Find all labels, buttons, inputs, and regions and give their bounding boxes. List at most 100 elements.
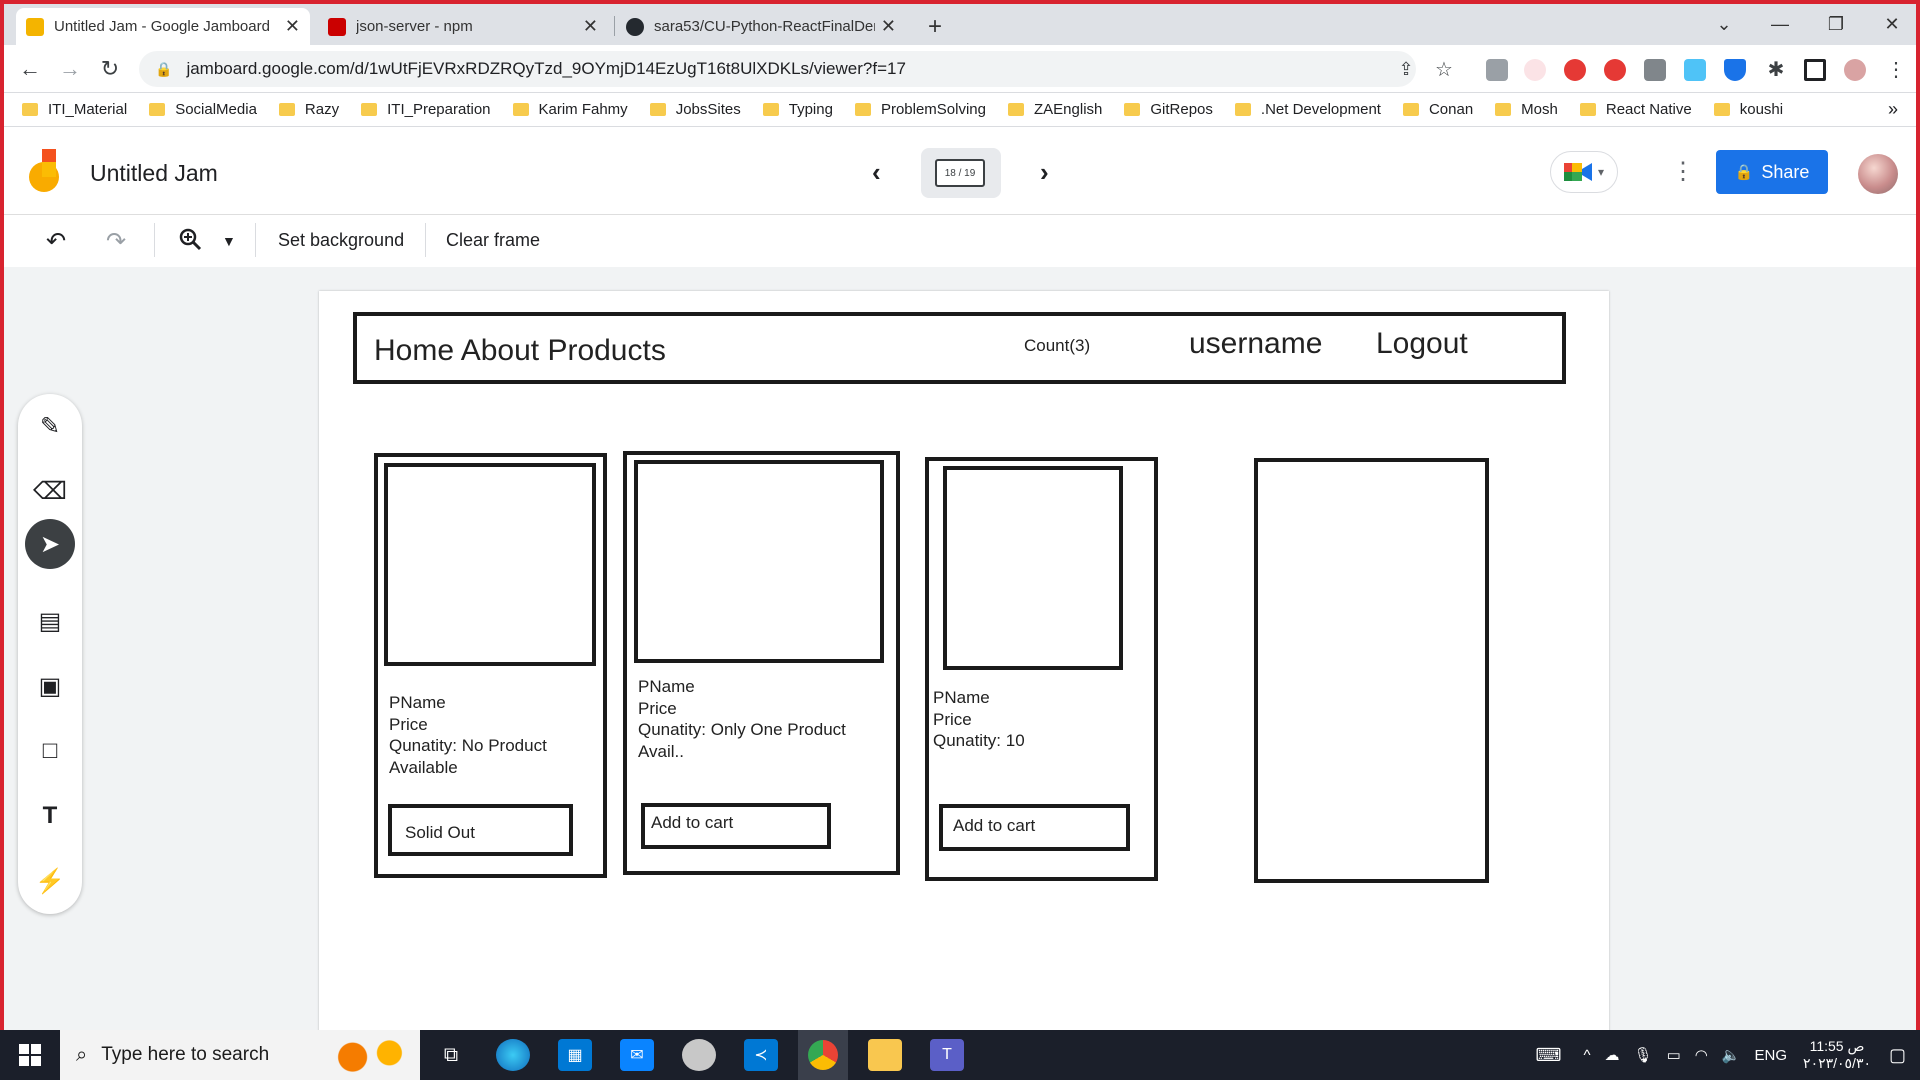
jam-title[interactable]: Untitled Jam	[90, 160, 218, 187]
share-button[interactable]: 🔒 Share	[1716, 150, 1828, 194]
undo-icon[interactable]: ↶	[46, 227, 66, 256]
language-indicator[interactable]: ENG	[1755, 1047, 1788, 1064]
clear-frame-button[interactable]: Clear frame	[446, 230, 540, 251]
bookmark-folder[interactable]: ZAEnglish	[1008, 101, 1102, 118]
back-icon[interactable]: ←	[16, 55, 44, 83]
bookmark-folder[interactable]: React Native	[1579, 101, 1692, 118]
sketch-card-quantity: Qunatity: Only One Product	[638, 720, 846, 739]
file-explorer-icon[interactable]	[868, 1039, 902, 1071]
image-icon[interactable]: ▣	[32, 668, 68, 704]
task-view-icon[interactable]: ⧉	[434, 1039, 468, 1071]
shape-icon[interactable]: □	[32, 733, 68, 769]
vscode-icon[interactable]: ≺	[744, 1039, 778, 1071]
eraser-icon[interactable]: ⌫	[32, 473, 68, 509]
tab-jamboard[interactable]: Untitled Jam - Google Jamboard ✕	[16, 8, 310, 45]
camera-extension-icon[interactable]	[1486, 59, 1508, 81]
more-options-icon[interactable]: ⋮	[1671, 157, 1695, 186]
bookmark-star-icon[interactable]: ☆	[1430, 55, 1458, 83]
laser-icon[interactable]: ⚡	[32, 863, 68, 899]
keyboard-icon[interactable]: ⌨	[1535, 1045, 1561, 1066]
block-extension-icon[interactable]	[1604, 59, 1626, 81]
sketch-card-price: Price	[638, 698, 677, 718]
bookmark-folder[interactable]: koushi	[1713, 101, 1783, 118]
bookmark-folder[interactable]: Typing	[762, 101, 833, 118]
bookmark-folder[interactable]: Conan	[1402, 101, 1473, 118]
bookmark-folder[interactable]: Karim Fahmy	[512, 101, 628, 118]
sticky-note-icon[interactable]: ▤	[32, 603, 68, 639]
tab-separator	[614, 16, 615, 36]
battery-icon[interactable]: ▭	[1667, 1046, 1681, 1064]
side-panel-icon[interactable]	[1804, 59, 1826, 81]
bookmark-folder[interactable]: ITI_Preparation	[361, 101, 491, 118]
set-background-button[interactable]: Set background	[278, 230, 404, 251]
microphone-icon[interactable]: 🎙	[1634, 1046, 1653, 1064]
address-bar[interactable]: 🔒 jamboard.google.com/d/1wUtFjEVRxRDZRQy…	[139, 51, 1416, 87]
new-tab-button[interactable]: +	[918, 8, 958, 45]
bookmark-folder[interactable]: Mosh	[1495, 101, 1558, 118]
select-icon[interactable]: ➤	[25, 519, 75, 569]
folder-icon	[361, 103, 378, 116]
sketch-card-text: PName Price Qunatity: Only One Product A…	[638, 676, 846, 762]
folder-icon	[1008, 103, 1024, 116]
bookmark-folder[interactable]: ITI_Material	[22, 101, 127, 118]
taskbar-search[interactable]: ⌕ Type here to search	[60, 1030, 420, 1080]
chrome-taskbar-button[interactable]	[798, 1030, 848, 1080]
mail-icon[interactable]: ✉	[620, 1039, 654, 1071]
browser-menu-icon[interactable]: ⋮	[1882, 55, 1910, 83]
share-page-icon[interactable]: ⇪	[1392, 55, 1420, 83]
forward-icon[interactable]: →	[56, 55, 84, 83]
volume-icon[interactable]: 🔈	[1722, 1046, 1741, 1064]
close-tab-icon[interactable]: ✕	[881, 16, 896, 37]
store-icon[interactable]: ▦	[558, 1039, 592, 1071]
edge-icon[interactable]	[496, 1039, 530, 1071]
show-hidden-icons-icon[interactable]: ^	[1583, 1047, 1590, 1064]
previous-frame-icon[interactable]: ‹	[872, 157, 881, 188]
bookmark-folder[interactable]: JobsSites	[649, 101, 741, 118]
next-frame-icon[interactable]: ›	[1040, 157, 1049, 188]
player-extension-icon[interactable]	[1524, 59, 1546, 81]
pen-icon[interactable]: ✎	[32, 408, 68, 444]
sketch-nav-links: Home About Products	[374, 334, 666, 367]
meet-button[interactable]: ▾	[1550, 151, 1618, 193]
frame-bar-toggle[interactable]: 18 / 19	[921, 148, 1001, 198]
sketch-card-name: PName	[638, 677, 695, 696]
bookmark-folder[interactable]: ProblemSolving	[854, 101, 986, 118]
redo-icon[interactable]: ↷	[106, 227, 126, 256]
account-avatar[interactable]	[1858, 154, 1898, 194]
teams-icon[interactable]: T	[930, 1039, 964, 1071]
jam-canvas[interactable]: Home About Products Count(3) username Lo…	[319, 291, 1609, 1034]
tab-github[interactable]: sara53/CU-Python-ReactFinalDem ✕	[616, 8, 906, 45]
restore-icon[interactable]: ❐	[1808, 4, 1864, 44]
wifi-icon[interactable]: ◠	[1695, 1046, 1708, 1064]
text-box-icon[interactable]: T	[32, 798, 68, 834]
zoom-icon[interactable]	[178, 227, 202, 258]
paint-icon[interactable]	[682, 1039, 716, 1071]
tab-json-server[interactable]: json-server - npm ✕	[318, 8, 608, 45]
onedrive-icon[interactable]: ☁	[1605, 1046, 1620, 1064]
close-tab-icon[interactable]: ✕	[583, 16, 598, 37]
reload-icon[interactable]: ↻	[96, 55, 124, 83]
notifications-icon[interactable]: ▢	[1889, 1045, 1906, 1066]
puzzle-extensions-icon[interactable]: ✱	[1762, 55, 1790, 83]
start-button[interactable]	[0, 1030, 60, 1080]
zoom-dropdown-icon[interactable]: ▼	[222, 233, 236, 249]
profile-avatar-icon[interactable]	[1844, 59, 1866, 81]
bookmark-folder[interactable]: GitRepos	[1124, 101, 1213, 118]
clock-time: 11:55 ص	[1809, 1038, 1865, 1054]
extension-icon[interactable]	[1684, 59, 1706, 81]
close-tab-icon[interactable]: ✕	[285, 16, 300, 37]
tab-title: json-server - npm	[356, 18, 473, 35]
clock[interactable]: 11:55 ص ٢٠٢٣/٠٥/٣٠	[1803, 1038, 1871, 1072]
minimize-icon[interactable]: —	[1752, 4, 1808, 44]
folder-icon	[1579, 103, 1596, 116]
extension-icon[interactable]	[1644, 59, 1666, 81]
sketch-card-quantity: Qunatity: 10	[933, 731, 1025, 750]
bookmark-folder[interactable]: .Net Development	[1234, 101, 1381, 118]
close-window-icon[interactable]: ✕	[1864, 4, 1916, 44]
tab-search-icon[interactable]: ⌄	[1696, 4, 1752, 44]
bookmark-folder[interactable]: Razy	[278, 101, 339, 118]
bookmark-folder[interactable]: SocialMedia	[149, 101, 257, 118]
shield-extension-icon[interactable]	[1724, 59, 1746, 81]
bookmarks-overflow-button[interactable]: »	[1888, 99, 1898, 120]
adblock-extension-icon[interactable]	[1564, 59, 1586, 81]
